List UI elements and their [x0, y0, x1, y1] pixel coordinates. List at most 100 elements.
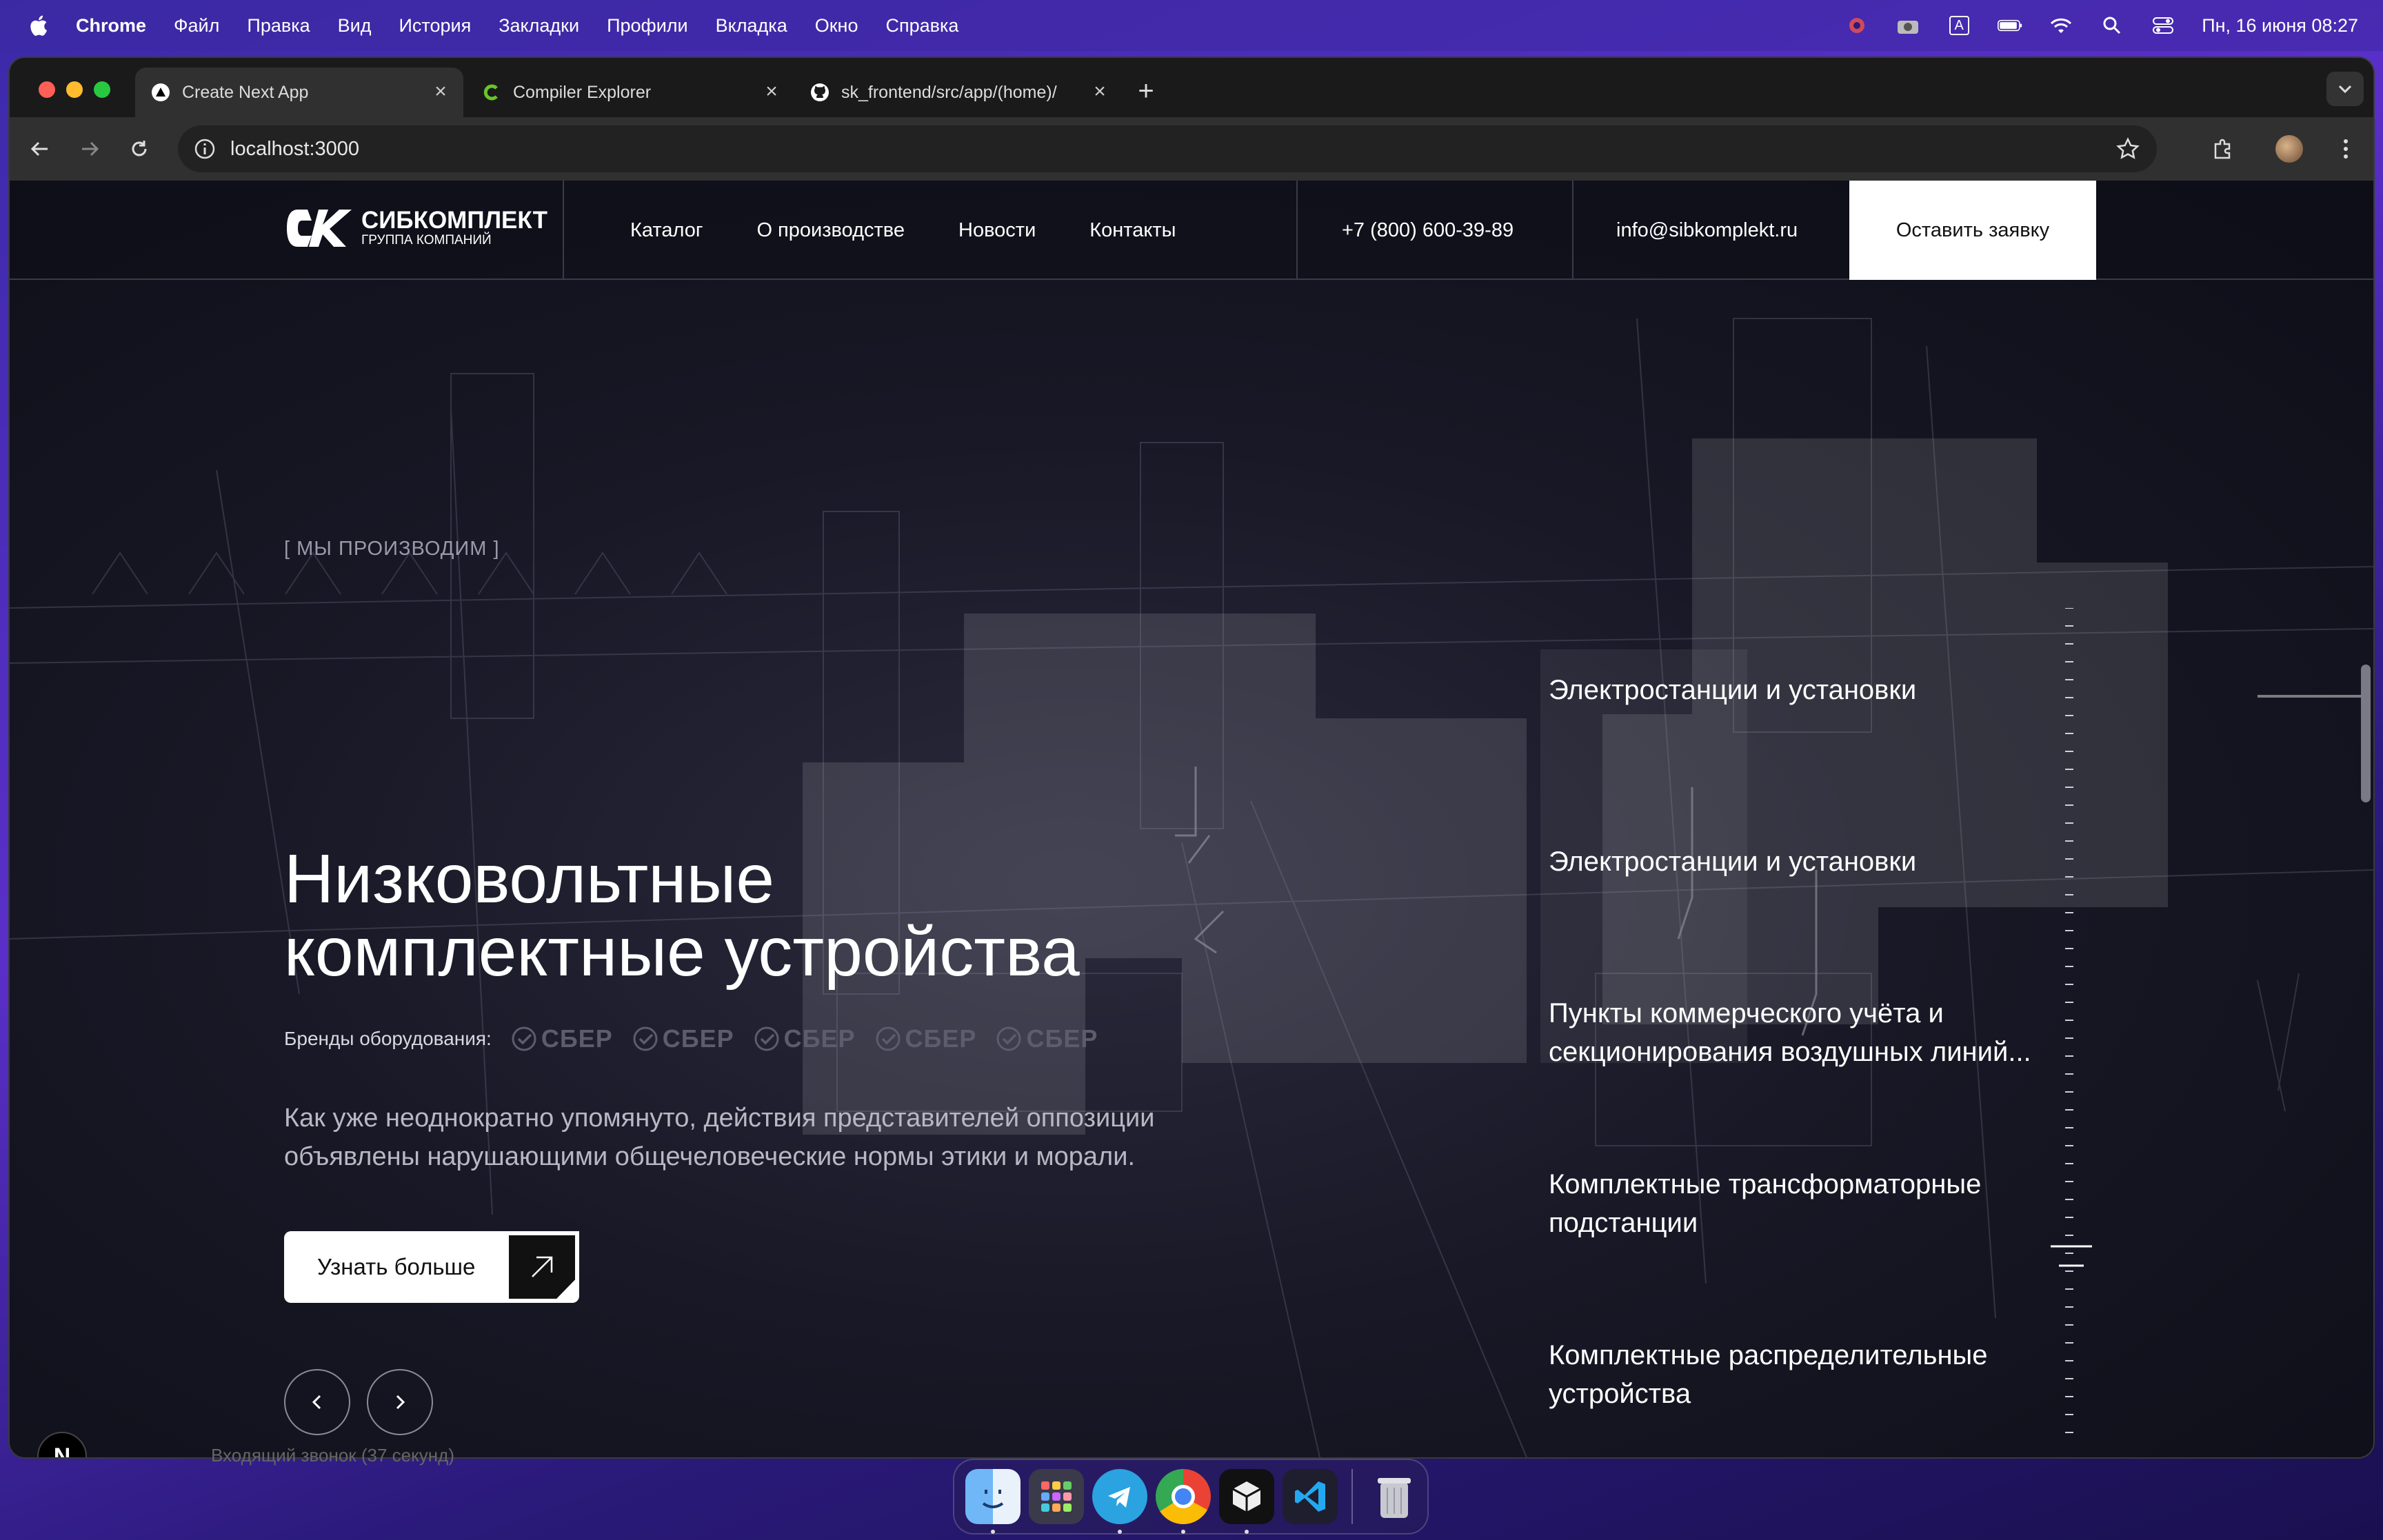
launchpad-icon[interactable]	[1029, 1469, 1084, 1524]
menubar-clock[interactable]: Пн, 16 июня 08:27	[2202, 15, 2358, 37]
menu-history[interactable]: История	[399, 15, 471, 37]
profile-button[interactable]	[2273, 132, 2306, 165]
chevron-left-icon	[312, 1395, 321, 1410]
leave-request-button[interactable]: Оставить заявку	[1849, 181, 2096, 280]
browser-toolbar: localhost:3000	[10, 117, 2373, 181]
tab-github[interactable]: sk_frontend/src/app/(home)/ ×	[794, 68, 1123, 117]
wifi-icon[interactable]	[2049, 15, 2073, 36]
menubar-status-area: A Пн, 16 июня 08:27	[1844, 0, 2358, 51]
menu-app-name[interactable]: Chrome	[76, 15, 146, 37]
learn-more-button[interactable]: Узнать больше	[284, 1231, 579, 1303]
chrome-icon[interactable]	[1156, 1469, 1211, 1534]
camera-icon[interactable]	[1896, 15, 1920, 36]
menu-view[interactable]: Вид	[338, 15, 372, 37]
more-vert-icon	[2344, 139, 2348, 159]
address-bar[interactable]: localhost:3000	[178, 125, 2157, 172]
sber-logo-icon	[512, 1026, 536, 1051]
close-tab-icon[interactable]: ×	[761, 81, 782, 102]
apple-menu-icon[interactable]	[28, 14, 48, 37]
brands-row: Бренды оборудования: СБЕР СБЕР СБЕР СБЕР…	[284, 1024, 1098, 1053]
slider-prev-button[interactable]	[284, 1369, 350, 1435]
sber-logo-icon	[754, 1026, 779, 1051]
arrow-left-icon	[30, 141, 48, 156]
header-phone-link[interactable]: +7 (800) 600-39-89	[1342, 181, 1514, 280]
hero-title: Низковольтные комплектные устройства	[284, 842, 1080, 989]
app-status-icon[interactable]	[1844, 15, 1869, 36]
close-tab-icon[interactable]: ×	[430, 81, 451, 102]
battery-icon[interactable]	[1998, 15, 2022, 36]
site-info-icon[interactable]	[193, 137, 217, 161]
sber-logo-icon	[876, 1026, 901, 1051]
tab-title: Create Next App	[182, 82, 309, 102]
header-divider	[1572, 181, 1573, 280]
browser-window: Create Next App × Compiler Explorer × sk…	[10, 58, 2373, 1457]
page-scrollbar[interactable]	[2361, 665, 2371, 802]
hero-title-line: Низковольтные	[284, 840, 774, 918]
brand-logo-sber: СБЕР	[511, 1024, 613, 1053]
slider-next-button[interactable]	[367, 1369, 433, 1435]
category-item[interactable]: Электростанции и установки	[1549, 671, 2073, 709]
brand-logo-sber: СБЕР	[632, 1024, 734, 1053]
spotlight-search-icon[interactable]	[2100, 15, 2124, 36]
nav-item-news[interactable]: Новости	[958, 219, 1036, 242]
arrow-right-icon	[82, 141, 99, 156]
github-icon	[810, 82, 830, 103]
nav-item-catalog[interactable]: Каталог	[630, 219, 703, 242]
notification-peek-text: Входящий звонок (37 секунд)	[211, 1445, 454, 1466]
close-tab-icon[interactable]: ×	[1089, 81, 1110, 102]
reload-icon	[132, 141, 147, 156]
close-window-button[interactable]	[39, 81, 55, 98]
brand-logo-sber: СБЕР	[875, 1024, 977, 1053]
vscode-icon[interactable]	[1283, 1469, 1338, 1524]
header-email-link[interactable]: info@sibkomplekt.ru	[1616, 181, 1798, 280]
sber-logo-icon	[996, 1026, 1021, 1051]
tab-title: Compiler Explorer	[513, 82, 652, 102]
tab-compiler-explorer[interactable]: Compiler Explorer ×	[466, 68, 794, 117]
main-nav: Каталог О производстве Новости Контакты	[630, 181, 1176, 280]
compiler-explorer-icon	[481, 82, 502, 103]
site-logo[interactable]: СИБКОМПЛЕКТ ГРУППА КОМПАНИЙ	[284, 207, 547, 250]
menu-window[interactable]: Окно	[815, 15, 858, 37]
nav-item-contacts[interactable]: Контакты	[1089, 219, 1176, 242]
avatar	[2275, 135, 2303, 163]
cube-app-icon[interactable]	[1219, 1469, 1274, 1534]
menu-tab[interactable]: Вкладка	[716, 15, 787, 37]
menu-edit[interactable]: Правка	[247, 15, 310, 37]
category-item[interactable]: Электростанции и установки	[1549, 842, 2073, 881]
chrome-menu-button[interactable]	[2329, 132, 2362, 165]
tab-search-button[interactable]	[2326, 72, 2364, 106]
new-tab-button[interactable]: +	[1132, 77, 1160, 105]
control-center-icon[interactable]	[2151, 15, 2175, 36]
forward-button[interactable]	[73, 132, 106, 165]
scroll-ruler	[2065, 608, 2073, 1433]
header-divider	[1296, 181, 1298, 280]
reload-button[interactable]	[123, 132, 156, 165]
brand-logo-sber: СБЕР	[996, 1024, 1098, 1053]
input-source-icon[interactable]: A	[1947, 15, 1971, 36]
header-divider	[563, 181, 564, 280]
puzzle-icon	[2214, 139, 2231, 159]
site-header: СИБКОМПЛЕКТ ГРУППА КОМПАНИЙ Каталог О пр…	[10, 181, 2373, 280]
menu-bookmarks[interactable]: Закладки	[499, 15, 579, 37]
finder-icon[interactable]	[965, 1469, 1020, 1534]
menu-profiles[interactable]: Профили	[607, 15, 688, 37]
trash-icon[interactable]	[1367, 1469, 1422, 1524]
zoom-window-button[interactable]	[94, 81, 110, 98]
category-item[interactable]: Комплектные распределительные устройства	[1549, 1336, 2073, 1413]
telegram-icon[interactable]	[1092, 1469, 1147, 1534]
section-eyebrow: [ МЫ ПРОИЗВОДИМ ]	[284, 538, 500, 560]
nav-item-production[interactable]: О производстве	[756, 219, 905, 242]
menu-file[interactable]: Файл	[174, 15, 219, 37]
extensions-button[interactable]	[2206, 132, 2240, 165]
ruler-active-marker	[2051, 1245, 2092, 1267]
url-text[interactable]: localhost:3000	[230, 138, 359, 161]
web-page: СИБКОМПЛЕКТ ГРУППА КОМПАНИЙ Каталог О пр…	[10, 181, 2373, 1457]
macos-menubar: Chrome Файл Правка Вид История Закладки …	[0, 0, 2383, 51]
bookmark-star-icon[interactable]	[2115, 136, 2140, 161]
category-item[interactable]: Пункты коммерческого учёта и секциониров…	[1549, 994, 2073, 1071]
tab-create-next-app[interactable]: Create Next App ×	[135, 68, 463, 117]
minimize-window-button[interactable]	[66, 81, 83, 98]
back-button[interactable]	[23, 132, 57, 165]
category-item[interactable]: Комплектные трансформаторные подстанции	[1549, 1165, 2073, 1242]
menu-help[interactable]: Справка	[885, 15, 958, 37]
